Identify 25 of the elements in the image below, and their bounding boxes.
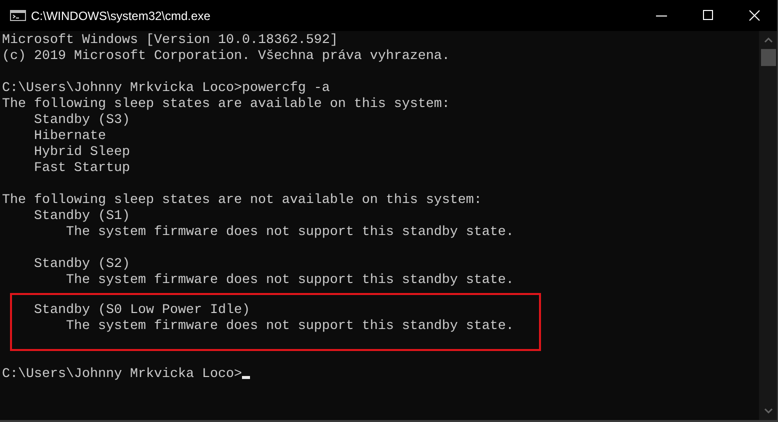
close-icon: [748, 10, 760, 21]
console-line: Standby (S0 Low Power Idle): [32, 303, 250, 318]
command-prompt: C:\Users\Johnny Mrkvicka Loco>: [2, 367, 242, 382]
maximize-icon: [702, 10, 714, 21]
console-line: Standby (S3): [32, 113, 130, 128]
console-line: The following sleep states are not available on this system:: [2, 193, 482, 208]
console-line: Standby (S1): [32, 209, 130, 224]
scroll-down-icon[interactable]: [764, 408, 772, 414]
console-line: Hibernate: [32, 129, 106, 144]
window-title: C:\WINDOWS\system32\cmd.exe: [31, 10, 210, 22]
console-line: (c) 2019 Microsoft Corporation. Všechna práva vyhrazena.: [2, 49, 450, 64]
console-line: Standby (S2): [32, 257, 130, 272]
minimize-icon: [656, 14, 668, 16]
scrollbar[interactable]: [759, 31, 777, 420]
console-line: Hybrid Sleep: [32, 145, 130, 160]
console-line: Microsoft Windows [Version 10.0.18362.592]: [2, 33, 338, 48]
console-line: The system firmware does not support this standby state.: [64, 273, 514, 288]
scroll-up-icon[interactable]: [764, 37, 772, 43]
console-line: The following sleep states are available on this system:: [2, 97, 450, 112]
console-line: Fast Startup: [32, 161, 130, 176]
console-line: C:\Users\Johnny Mrkvicka Loco>powercfg -a: [2, 81, 330, 96]
scrollbar-thumb[interactable]: [760, 49, 776, 66]
console-line: The system firmware does not support this standby state.: [64, 225, 514, 240]
console-app-icon: [10, 10, 26, 21]
console-line: The system firmware does not support this standby state.: [64, 319, 514, 334]
